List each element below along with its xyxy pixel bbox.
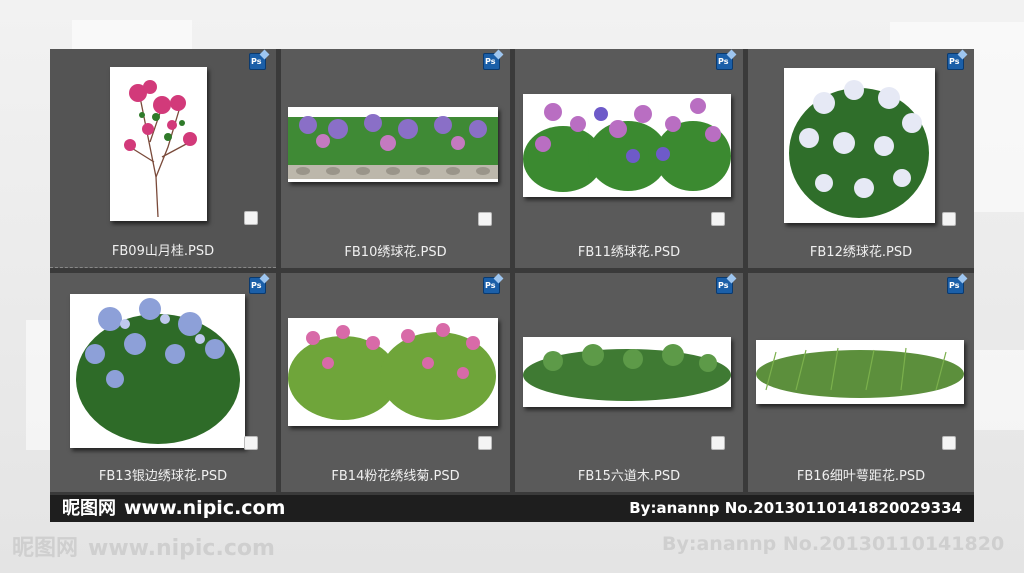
hydrangea-hedge-image: [288, 114, 498, 179]
file-name: FB09山月桂.PSD: [111, 244, 215, 259]
background-thumbnail: [26, 320, 50, 450]
file-name: FB13银边绣球花.PSD: [98, 469, 228, 484]
background-watermark-credit: By:anannp No.20130110141820: [662, 533, 1005, 555]
photoshop-file-icon: Ps: [249, 277, 266, 294]
file-name: FB10绣球花.PSD: [344, 245, 447, 260]
file-browser-panel: Ps FB09山月桂.PSD Ps FB10绣球花.PSD Ps FB11绣球花…: [50, 49, 974, 522]
select-checkbox[interactable]: [942, 436, 956, 450]
mountain-laurel-image: [124, 80, 197, 218]
photoshop-file-icon: Ps: [947, 277, 964, 294]
file-name: FB14粉花绣线菊.PSD: [331, 469, 460, 484]
file-tile[interactable]: Ps FB14粉花绣线菊.PSD: [281, 273, 510, 492]
file-name: FB12绣球花.PSD: [809, 245, 913, 260]
spiraea-image: [288, 323, 496, 420]
file-thumbnail: [523, 94, 731, 197]
select-checkbox[interactable]: [711, 212, 725, 226]
file-thumbnail: [523, 337, 731, 407]
file-tile[interactable]: Ps FB10绣球花.PSD: [281, 49, 510, 268]
photoshop-file-icon: Ps: [947, 53, 964, 70]
file-name: FB16细叶萼距花.PSD: [796, 469, 926, 484]
abelia-hedge-image: [523, 344, 731, 401]
file-tile[interactable]: Ps FB16细叶萼距花.PSD: [748, 273, 974, 492]
white-hydrangea-image: [789, 80, 929, 218]
background-watermark: 昵图网 www.nipic.com: [12, 536, 275, 561]
background-thumbnail: [974, 350, 1024, 430]
background-thumbnail: [72, 20, 192, 50]
file-thumbnail: [784, 68, 935, 223]
select-checkbox[interactable]: [711, 436, 725, 450]
file-thumbnail: [288, 318, 498, 426]
photoshop-file-icon: Ps: [483, 53, 500, 70]
file-tile[interactable]: Ps FB15六道木.PSD: [515, 273, 743, 492]
thumbnail-grid: Ps FB09山月桂.PSD Ps FB10绣球花.PSD Ps FB11绣球花…: [50, 49, 974, 495]
file-thumbnail: [110, 67, 207, 221]
file-thumbnail: [288, 107, 498, 182]
file-thumbnail: [70, 294, 245, 448]
photoshop-file-icon: Ps: [249, 53, 266, 70]
photoshop-file-icon: Ps: [716, 277, 733, 294]
file-tile[interactable]: Ps FB13银边绣球花.PSD: [50, 273, 276, 492]
watermark-bar: 昵图网 www.nipic.com By:anannp No.2013011014…: [50, 495, 974, 522]
select-checkbox[interactable]: [478, 212, 492, 226]
file-name: FB15六道木.PSD: [577, 469, 681, 484]
file-tile[interactable]: Ps FB09山月桂.PSD: [50, 49, 276, 268]
file-thumbnail: [756, 340, 964, 404]
lacecap-hydrangea-image: [76, 298, 240, 444]
file-name: FB11绣球花.PSD: [577, 245, 681, 260]
file-tile[interactable]: Ps FB11绣球花.PSD: [515, 49, 743, 268]
photoshop-file-icon: Ps: [483, 277, 500, 294]
hydrangea-image: [523, 98, 731, 192]
select-checkbox[interactable]: [244, 436, 258, 450]
author-credit: By:anannp No.20130110141820029334: [629, 499, 962, 517]
cuphea-hedge-image: [756, 347, 964, 398]
select-checkbox[interactable]: [244, 211, 258, 225]
nipic-logo: 昵图网 www.nipic.com: [62, 497, 286, 519]
photoshop-file-icon: Ps: [716, 53, 733, 70]
file-tile[interactable]: Ps FB12绣球花.PSD: [748, 49, 974, 268]
select-checkbox[interactable]: [478, 436, 492, 450]
select-checkbox[interactable]: [942, 212, 956, 226]
